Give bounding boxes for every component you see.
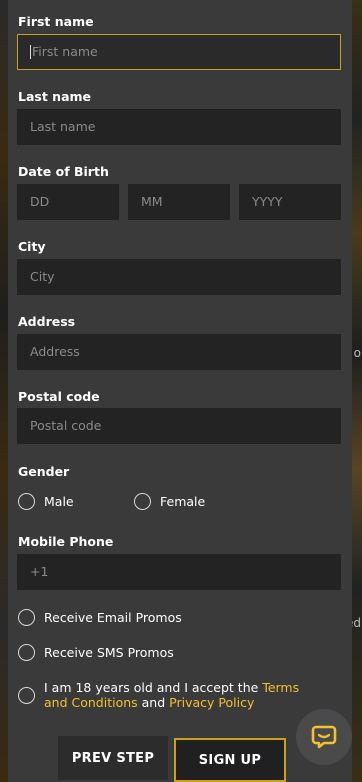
- checkbox-circle: [18, 644, 35, 661]
- checkbox-circle: [18, 687, 35, 704]
- gender-male-radio[interactable]: Male: [18, 493, 74, 510]
- background-right: o ed: [346, 0, 362, 782]
- mobile-phone-label: Mobile Phone: [18, 534, 114, 549]
- dob-year-input[interactable]: YYYY: [239, 184, 341, 220]
- chat-bubble-icon: [311, 725, 337, 749]
- background-text-fragment: o: [353, 346, 361, 360]
- city-label: City: [18, 239, 46, 254]
- background-left: [0, 0, 8, 782]
- first-name-placeholder: First name: [32, 44, 98, 59]
- radio-circle: [18, 493, 35, 510]
- gender-female-radio[interactable]: Female: [134, 493, 205, 510]
- sms-prefix: Receive: [44, 645, 93, 660]
- first-name-label: First name: [18, 14, 94, 29]
- postal-code-input[interactable]: Postal code: [17, 408, 341, 444]
- terms-prefix: I am 18 years old and I accept the: [44, 680, 259, 695]
- email-promos-checkbox[interactable]: Receive Email Promos: [18, 609, 182, 626]
- sms-promos-checkbox[interactable]: Receive SMS Promos: [18, 644, 174, 661]
- address-input[interactable]: Address: [17, 334, 341, 370]
- text-caret: [30, 44, 31, 59]
- gender-male-label: Male: [44, 494, 74, 509]
- email-promos-label: Receive Email Promos: [44, 610, 182, 625]
- terms-and: and: [141, 695, 166, 710]
- privacy-link[interactable]: Privacy Policy: [169, 695, 254, 710]
- gender-female-label: Female: [160, 494, 206, 509]
- last-name-label: Last name: [18, 89, 92, 104]
- gender-label: Gender: [18, 464, 70, 479]
- mobile-phone-input[interactable]: +1: [17, 554, 341, 590]
- sms-promos-label: Receive SMS Promos: [44, 645, 174, 660]
- radio-circle: [134, 493, 151, 510]
- postal-code-label: Postal code: [18, 389, 100, 404]
- terms-checkbox[interactable]: I am 18 years old and I accept the Terms…: [18, 680, 314, 710]
- sms-text: SMS Promos: [96, 645, 174, 660]
- city-input[interactable]: City: [17, 259, 341, 295]
- first-name-input[interactable]: First name: [17, 34, 341, 70]
- registration-form: First name First name Last name Last nam…: [8, 0, 352, 782]
- chat-button[interactable]: [296, 709, 352, 765]
- dob-day-input[interactable]: DD: [17, 184, 119, 220]
- sign-up-button[interactable]: SIGN UP: [174, 738, 286, 782]
- prev-step-button[interactable]: PREV STEP: [58, 736, 168, 780]
- last-name-input[interactable]: Last name: [17, 109, 341, 145]
- terms-text: I am 18 years old and I accept the Terms…: [44, 680, 314, 710]
- checkbox-circle: [18, 609, 35, 626]
- dob-month-input[interactable]: MM: [128, 184, 230, 220]
- address-label: Address: [18, 314, 76, 329]
- dob-label: Date of Birth: [18, 164, 109, 179]
